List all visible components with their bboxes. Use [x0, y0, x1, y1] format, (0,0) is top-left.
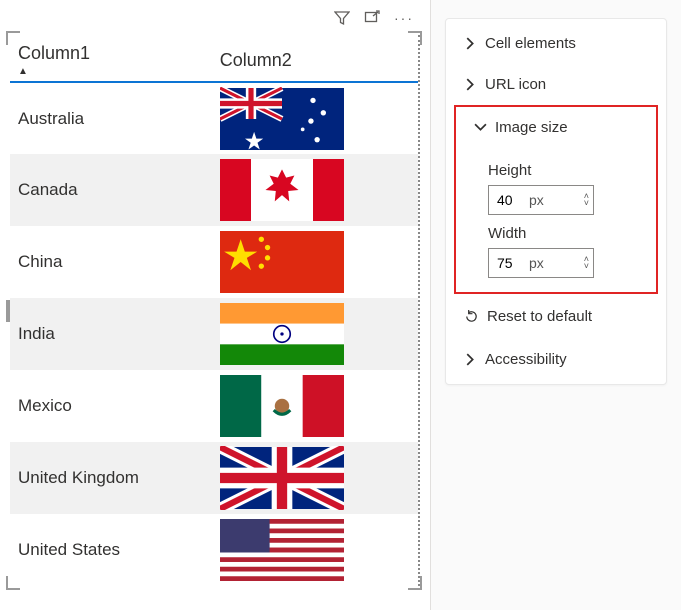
filter-icon[interactable]	[334, 10, 350, 29]
more-options-icon[interactable]: ···	[394, 10, 414, 29]
height-input[interactable]: px ˄˅	[488, 185, 594, 215]
table-row[interactable]: Canada	[10, 154, 418, 226]
section-label: Image size	[495, 119, 568, 136]
width-value[interactable]	[497, 255, 527, 271]
resize-handle[interactable]	[408, 576, 422, 590]
flag-uk	[220, 446, 344, 510]
height-spinner[interactable]: ˄˅	[584, 193, 589, 207]
sort-ascending-icon: ▲	[18, 66, 204, 77]
spin-down-icon[interactable]: ˅	[584, 200, 589, 207]
country-cell: Mexico	[10, 370, 212, 442]
chevron-right-icon	[464, 353, 477, 366]
highlight-annotation: Image size Height px ˄˅ Width px ˄˅	[454, 105, 658, 294]
column-header-label: Column2	[220, 50, 292, 70]
flag-cell	[212, 298, 418, 370]
column-header-1[interactable]: Column1 ▲	[10, 35, 212, 82]
visual-container: ··· Column1 ▲ Column2 Au	[0, 0, 430, 610]
height-value[interactable]	[497, 192, 527, 208]
section-image-size[interactable]: Image size	[456, 107, 656, 148]
table-row[interactable]: China	[10, 226, 418, 298]
spin-down-icon[interactable]: ˅	[584, 263, 589, 270]
chevron-right-icon	[464, 78, 477, 91]
table-row[interactable]: United Kingdom	[10, 442, 418, 514]
country-cell: China	[10, 226, 212, 298]
table-row[interactable]: Australia	[10, 82, 418, 154]
resize-handle[interactable]	[6, 300, 10, 322]
flag-australia	[220, 87, 344, 151]
flag-usa	[220, 518, 344, 582]
flag-cell	[212, 226, 418, 298]
column-header-label: Column1	[18, 43, 90, 63]
flag-canada	[220, 158, 344, 222]
section-label: URL icon	[485, 76, 546, 93]
flag-india	[220, 302, 344, 366]
width-input[interactable]: px ˄˅	[488, 248, 594, 278]
visual-toolbar: ···	[10, 8, 420, 35]
section-label: Accessibility	[485, 351, 567, 368]
width-spinner[interactable]: ˄˅	[584, 256, 589, 270]
reset-label: Reset to default	[487, 308, 592, 325]
country-cell: United Kingdom	[10, 442, 212, 514]
height-unit: px	[529, 192, 584, 208]
country-cell: India	[10, 298, 212, 370]
format-pane: Cell elements URL icon Image size Height…	[430, 0, 681, 610]
flag-cell	[212, 154, 418, 226]
width-label: Width	[488, 225, 638, 242]
chevron-down-icon	[474, 121, 487, 134]
table-row[interactable]: United States	[10, 514, 418, 586]
focus-mode-icon[interactable]	[364, 10, 380, 29]
flag-china	[220, 230, 344, 294]
country-cell: Australia	[10, 82, 212, 154]
flag-cell	[212, 514, 418, 586]
chevron-right-icon	[464, 37, 477, 50]
flag-cell	[212, 442, 418, 514]
country-cell: United States	[10, 514, 212, 586]
flag-cell	[212, 370, 418, 442]
section-accessibility[interactable]: Accessibility	[446, 339, 666, 380]
country-cell: Canada	[10, 154, 212, 226]
column-header-2[interactable]: Column2	[212, 35, 418, 82]
section-cell-elements[interactable]: Cell elements	[446, 23, 666, 64]
section-url-icon[interactable]: URL icon	[446, 64, 666, 105]
table-row[interactable]: Mexico	[10, 370, 418, 442]
height-label: Height	[488, 162, 638, 179]
section-label: Cell elements	[485, 35, 576, 52]
width-unit: px	[529, 255, 584, 271]
format-card: Cell elements URL icon Image size Height…	[445, 18, 667, 385]
data-table: Column1 ▲ Column2 Australia	[10, 35, 418, 586]
image-size-body: Height px ˄˅ Width px ˄˅	[456, 148, 656, 278]
resize-handle[interactable]	[6, 576, 20, 590]
reset-to-default[interactable]: Reset to default	[446, 294, 666, 329]
reset-icon	[464, 309, 479, 324]
table-visual[interactable]: Column1 ▲ Column2 Australia	[10, 35, 420, 586]
table-row[interactable]: India	[10, 298, 418, 370]
flag-cell	[212, 82, 418, 154]
flag-mexico	[220, 374, 344, 438]
